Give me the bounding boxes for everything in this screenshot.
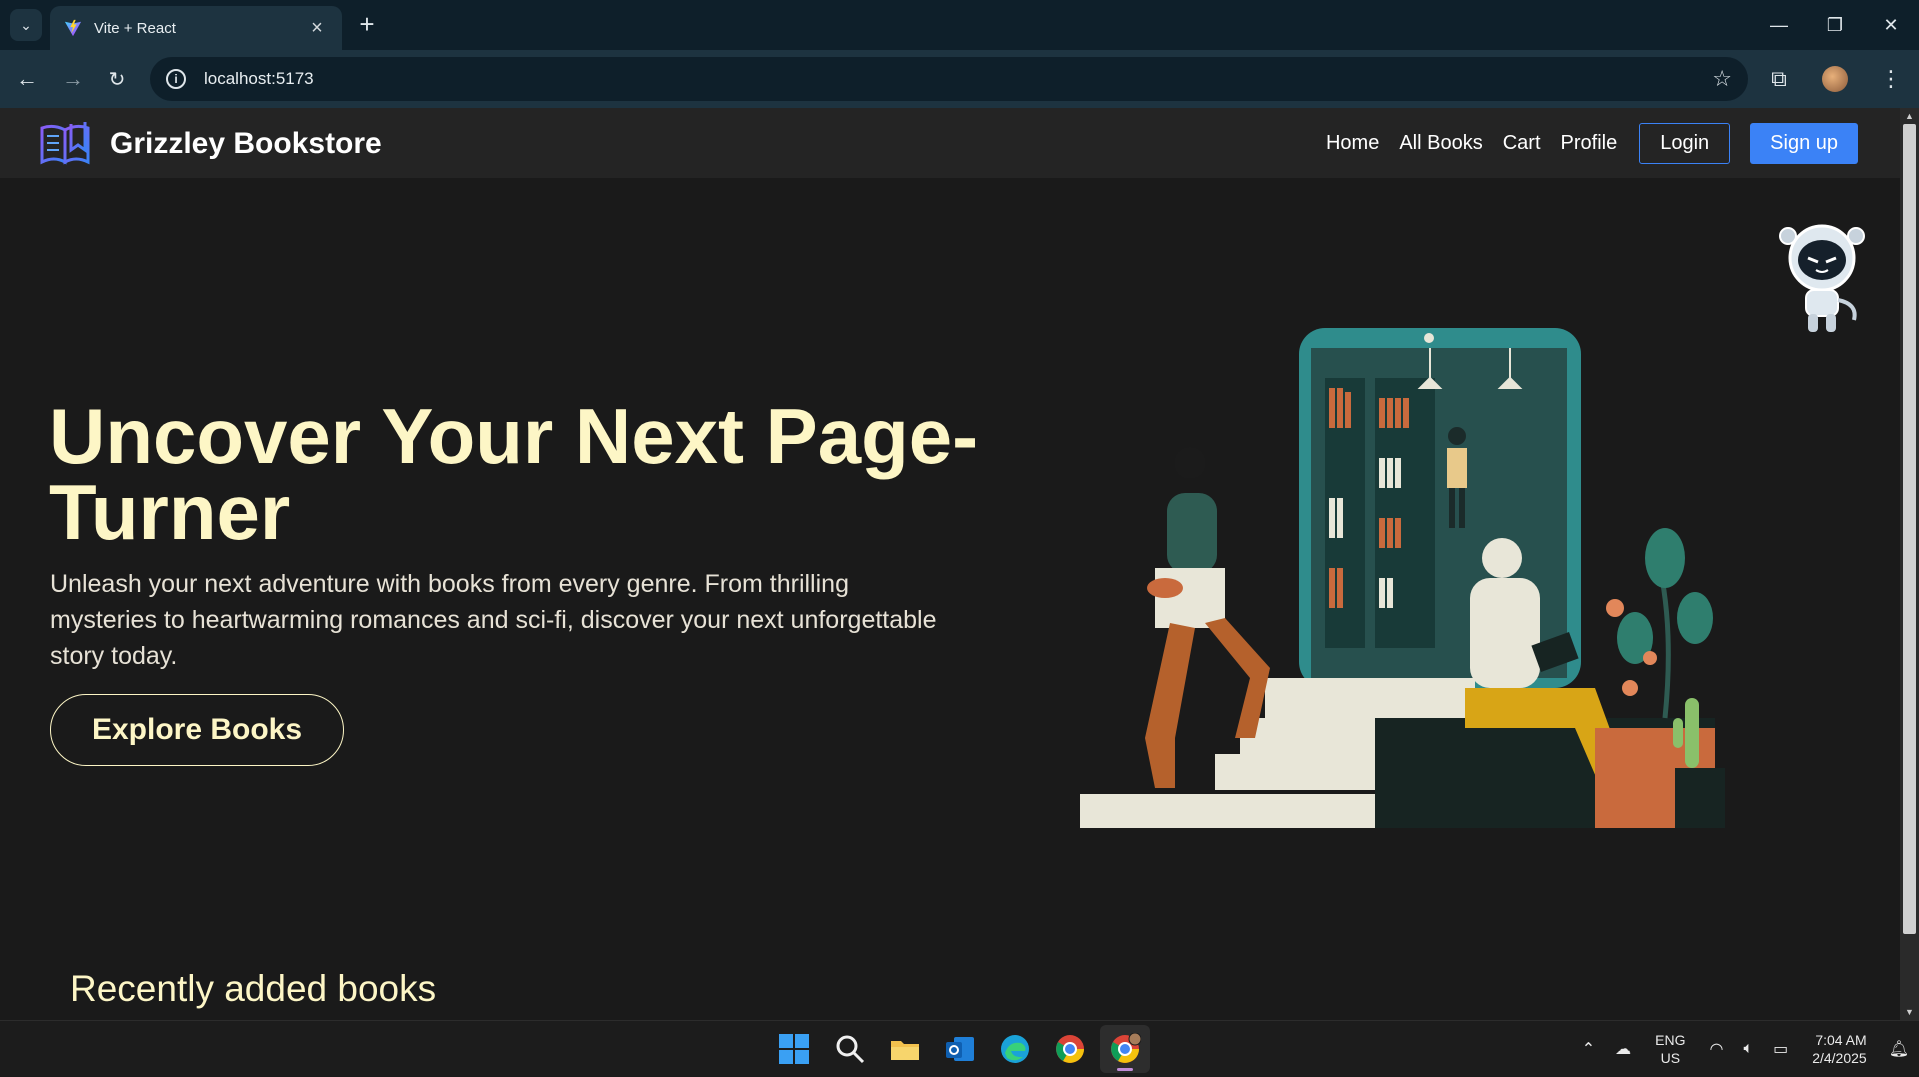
restore-icon[interactable]: ❐ <box>1807 0 1863 50</box>
system-tray: ⌃ ☁ ENG US ◠ 🔈︎ ▭ 7:04 AM 2/4/2025 🔔︎ <box>1572 1021 1919 1077</box>
window-close-icon[interactable]: ✕ <box>1863 0 1919 50</box>
battery-icon[interactable]: ▭ <box>1773 1039 1788 1059</box>
new-tab-button[interactable]: + <box>352 10 382 40</box>
file-explorer-icon[interactable] <box>889 1033 921 1065</box>
browser-tab[interactable]: Vite + React × <box>50 6 342 50</box>
hero-title: Uncover Your Next Page-Turner <box>49 392 979 556</box>
chrome-profile-taskbar-button[interactable] <box>1100 1025 1150 1073</box>
scroll-up-icon[interactable]: ▲ <box>1900 108 1919 124</box>
page-viewport: Grizzley Bookstore Home All Books Cart P… <box>0 108 1900 1020</box>
chevron-down-icon: ⌄ <box>20 16 32 33</box>
browser-tab-strip: ⌄ Vite + React × + — ❐ ✕ <box>0 0 1919 50</box>
nav-home[interactable]: Home <box>1326 132 1379 155</box>
extensions-icon[interactable]: ⧉ <box>1751 66 1807 92</box>
language-indicator[interactable]: ENG US <box>1655 1031 1685 1067</box>
edge-icon[interactable] <box>999 1033 1031 1065</box>
chrome-icon[interactable] <box>1054 1033 1086 1065</box>
plus-icon: + <box>359 9 375 39</box>
scroll-down-icon[interactable]: ▼ <box>1900 1004 1919 1020</box>
onedrive-icon[interactable]: ☁ <box>1615 1039 1631 1059</box>
hero-illustration <box>1080 328 1725 828</box>
vite-logo-icon <box>64 19 82 37</box>
address-bar[interactable]: i localhost:5173 ☆ <box>150 57 1748 101</box>
brand-name[interactable]: Grizzley Bookstore <box>110 127 382 161</box>
explore-books-button[interactable]: Explore Books <box>50 694 344 766</box>
login-button[interactable]: Login <box>1639 122 1731 164</box>
url-text: localhost:5173 <box>204 69 314 88</box>
outlook-icon[interactable] <box>944 1033 976 1065</box>
nav-all-books[interactable]: All Books <box>1399 132 1482 155</box>
back-arrow-icon[interactable]: ← <box>12 64 42 94</box>
tab-search-button[interactable]: ⌄ <box>10 9 42 41</box>
book-logo-icon <box>40 122 90 165</box>
bookmark-star-icon[interactable]: ☆ <box>1712 66 1732 92</box>
forward-arrow-icon[interactable]: → <box>58 64 88 94</box>
scrollbar-thumb[interactable] <box>1903 124 1916 934</box>
menu-dots-icon[interactable]: ⋮ <box>1863 66 1919 92</box>
browser-toolbar: ← → ↻ i localhost:5173 ☆ ⧉ ⋮ <box>0 50 1919 108</box>
reload-icon[interactable]: ↻ <box>102 64 132 94</box>
close-icon[interactable]: × <box>306 17 328 40</box>
notification-bell-icon[interactable]: 🔔︎ <box>1889 1039 1909 1059</box>
site-navbar: Grizzley Bookstore Home All Books Cart P… <box>0 108 1900 178</box>
tab-title: Vite + React <box>94 19 176 37</box>
windows-taskbar: ⌃ ☁ ENG US ◠ 🔈︎ ▭ 7:04 AM 2/4/2025 🔔︎ <box>0 1020 1919 1076</box>
volume-icon[interactable]: 🔈︎ <box>1743 1040 1753 1058</box>
recently-added-heading: Recently added books <box>70 968 437 1009</box>
chrome-profile-icon <box>1111 1033 1141 1063</box>
profile-avatar[interactable] <box>1807 66 1863 92</box>
nav-cart[interactable]: Cart <box>1503 132 1541 155</box>
site-info-icon[interactable]: i <box>166 69 186 89</box>
wifi-icon[interactable]: ◠ <box>1709 1039 1723 1059</box>
astronaut-mascot-icon <box>1779 224 1865 332</box>
minimize-icon[interactable]: — <box>1751 0 1807 50</box>
search-icon[interactable] <box>834 1033 866 1065</box>
clock[interactable]: 7:04 AM 2/4/2025 <box>1812 1031 1867 1067</box>
page-scrollbar[interactable]: ▲ ▼ <box>1900 108 1919 1020</box>
nav-profile[interactable]: Profile <box>1561 132 1618 155</box>
hero-description: Unleash your next adventure with books f… <box>50 570 937 670</box>
windows-start-icon[interactable] <box>778 1033 810 1065</box>
signup-button[interactable]: Sign up <box>1750 122 1858 164</box>
avatar <box>1822 66 1848 92</box>
chevron-up-icon[interactable]: ⌃ <box>1582 1039 1595 1059</box>
